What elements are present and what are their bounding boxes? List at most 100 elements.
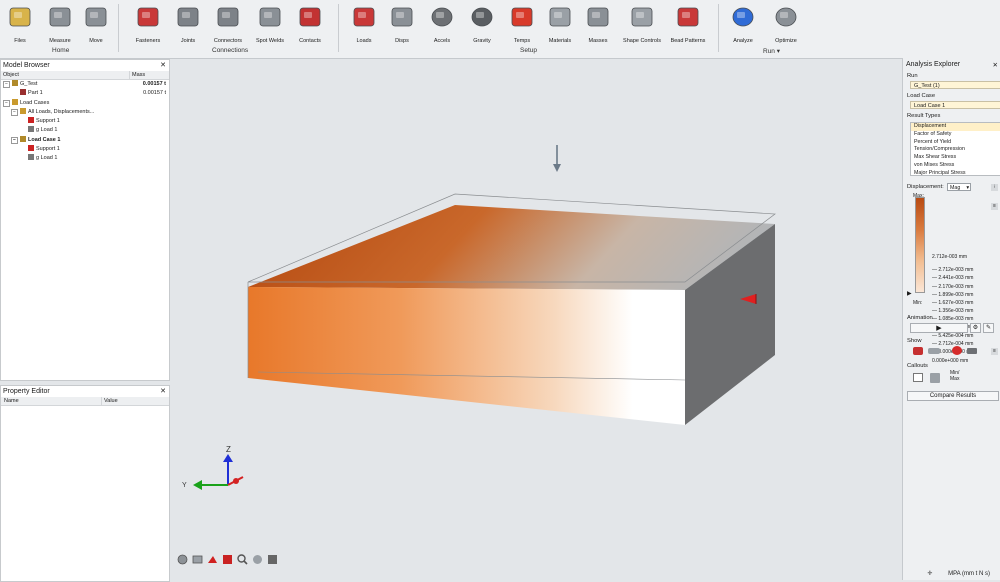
disps-button[interactable]: Disps	[380, 4, 424, 48]
files-button[interactable]: Files	[0, 4, 42, 48]
accels-button[interactable]: Accels	[420, 4, 464, 48]
result-types-list[interactable]: Displacement Factor of Safety Percent of Y…	[910, 122, 1000, 176]
result-type-item[interactable]: Percent of Yield	[911, 139, 1000, 147]
collapse-icon[interactable]: −	[11, 108, 18, 116]
play-button[interactable]: ▶	[910, 323, 968, 333]
optimize-button[interactable]: Optimize	[764, 4, 808, 48]
block-front-face[interactable]	[248, 287, 685, 425]
block-top-face[interactable]	[248, 205, 775, 290]
legend-color-bar	[915, 197, 925, 293]
legend-options-icon[interactable]: ⁝	[991, 184, 998, 191]
connector-icon	[215, 4, 241, 30]
column-object[interactable]: Object	[3, 71, 19, 79]
compare-results-button[interactable]: Compare Results	[907, 391, 999, 401]
show-deformed-icon[interactable]	[928, 348, 940, 354]
legend-value: — 5.425e-004 mm	[932, 332, 974, 339]
tool-label: Shape Controls	[623, 38, 661, 44]
connectors-button[interactable]: Connectors	[206, 4, 250, 48]
tree-item[interactable]: − Load Case 1	[1, 135, 169, 145]
collapse-icon[interactable]: −	[3, 81, 10, 88]
tree-item[interactable]: g Load 1	[1, 126, 169, 135]
joints-button[interactable]: Joints	[166, 4, 210, 48]
tool-label: Connectors	[213, 38, 243, 44]
tree-item[interactable]: Part 1 0.00157 t	[1, 89, 169, 98]
legend-value: — 2.712e-003 mm	[932, 267, 974, 274]
group-run-label[interactable]: Run ▾	[763, 47, 780, 55]
gravity-icon	[28, 154, 34, 161]
spot-welds-button[interactable]: Spot Welds	[248, 4, 292, 48]
model-browser-panel: Model Browser ✕ Object Mass − G_Test 0.001…	[0, 59, 170, 381]
callout-icon[interactable]	[913, 373, 923, 382]
displacement-icon	[389, 4, 415, 30]
tool-label: Move	[89, 38, 103, 44]
close-icon[interactable]: ✕	[160, 386, 166, 397]
animation-label: Animation	[907, 315, 933, 321]
legend-value: — 1.356e-003 mm	[932, 308, 974, 314]
tree-item[interactable]: − All Loads, Displacements...	[1, 107, 169, 117]
legend-max-label: Max:	[913, 193, 924, 199]
result-type-item[interactable]: Factor of Safety	[911, 131, 1000, 139]
material-icon	[547, 4, 573, 30]
axis-triad[interactable]	[193, 454, 244, 490]
tree-item[interactable]: − G_Test 0.00157 t	[1, 80, 169, 89]
show-options-icon[interactable]: ≡	[991, 348, 998, 355]
collapse-icon[interactable]: −	[3, 99, 10, 107]
contacts-button[interactable]: Contacts	[288, 4, 332, 48]
minmax-callout-icon[interactable]: Min/ Max	[950, 370, 959, 382]
show-contour-icon[interactable]	[913, 347, 923, 355]
close-icon[interactable]: ✕	[993, 61, 998, 69]
display-mode-icon[interactable]	[267, 554, 280, 565]
section-cut-icon[interactable]	[207, 554, 220, 565]
component-select[interactable]: Mag ▾	[947, 183, 971, 191]
legend-value: 0.000e+000 mm	[932, 358, 969, 364]
callout-probe-icon[interactable]	[930, 373, 940, 383]
result-type-item[interactable]: Major Principal Stress	[911, 170, 1000, 178]
tree-item[interactable]: − Load Cases	[1, 98, 169, 108]
run-field[interactable]: G_Test (1)	[910, 81, 1000, 89]
show-loads-icon[interactable]	[952, 346, 962, 355]
result-type-item[interactable]: Displacement	[911, 123, 1000, 131]
pan-icon[interactable]	[192, 554, 205, 565]
shape-controls-button[interactable]: Shape Controls	[620, 4, 664, 48]
run-label: Run	[763, 48, 775, 55]
collapse-icon[interactable]: −	[11, 136, 18, 144]
close-icon[interactable]: ✕	[160, 60, 166, 71]
column-mass[interactable]: Mass	[129, 71, 168, 79]
zoom-icon[interactable]	[237, 554, 250, 565]
model-icon	[12, 80, 18, 86]
animation-edit-icon[interactable]: ✎	[983, 323, 994, 333]
bead-patterns-button[interactable]: Bead Patterns	[666, 4, 710, 48]
tool-label: Spot Welds	[255, 38, 285, 44]
tool-label: Optimize	[775, 38, 797, 44]
result-type-item[interactable]: Tension/Compression	[911, 146, 1000, 154]
tree-item[interactable]: Support 1	[1, 117, 169, 126]
units-status[interactable]: ✛ MPA (mm t N s)	[927, 570, 990, 577]
gravity-button[interactable]: Gravity	[460, 4, 504, 48]
load-case-field[interactable]: Load Case 1	[910, 101, 1000, 109]
animation-settings-icon[interactable]: ⚙	[970, 323, 981, 333]
viewport-3d[interactable]: Z Y	[168, 58, 902, 580]
result-type-item[interactable]: Max Shear Stress	[911, 154, 1000, 162]
bead-pattern-icon	[675, 4, 701, 30]
displacement-label: Displacement:	[907, 184, 944, 190]
column-name: Name	[4, 398, 19, 404]
masses-button[interactable]: Masses	[576, 4, 620, 48]
orbit-icon[interactable]	[177, 554, 190, 565]
fit-view-icon[interactable]	[252, 554, 265, 565]
legend-edit-icon[interactable]: ≡	[991, 203, 998, 210]
show-supports-icon[interactable]	[967, 348, 977, 354]
analyze-icon	[730, 4, 756, 30]
gravity-load-arrow[interactable]	[553, 145, 561, 172]
result-type-item[interactable]: von Mises Stress	[911, 162, 1000, 170]
spot-weld-icon	[257, 4, 283, 30]
tree-item-label: Load Cases	[20, 99, 50, 106]
tree-item-label: g Load 1	[36, 127, 58, 134]
tree-item[interactable]: Support 1	[1, 145, 169, 154]
move-button[interactable]: Move	[74, 4, 118, 48]
fasteners-button[interactable]: Fasteners	[126, 4, 170, 48]
analyze-button[interactable]: Analyze	[721, 4, 765, 48]
support-icon	[28, 117, 34, 124]
slider-handle-icon[interactable]: ▶	[907, 290, 912, 297]
tree-item[interactable]: g Load 1	[1, 154, 169, 163]
view-cube-icon[interactable]	[222, 554, 235, 565]
